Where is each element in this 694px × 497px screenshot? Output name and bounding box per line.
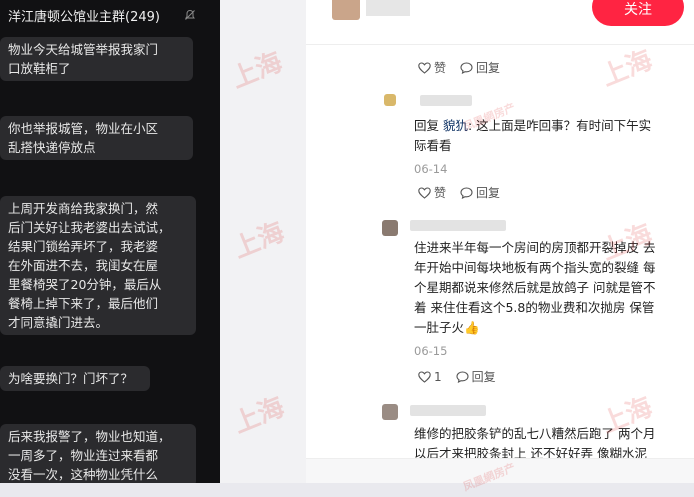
comment-actions: 1 回复 (418, 368, 510, 385)
author-name-blurred (366, 0, 410, 16)
message-line: 上周开发商给我家换门，然 (8, 201, 159, 216)
message-line: 在外面进不去，我闺女在屋 (8, 258, 159, 273)
chat-message: 物业今天给城管举报我家门 口放鞋柜了 (0, 37, 193, 81)
comment-line: 个星期都说来修然后就是放鸽子 问就是管不 (414, 280, 656, 295)
message-line: 一周多了，物业连过来看都 (8, 448, 159, 463)
commenter-avatar[interactable] (382, 220, 398, 236)
group-chat-panel: 洋江唐顿公馆业主群(249) 物业今天给城管举报我家门 口放鞋柜了 你也举报城管… (0, 0, 220, 483)
message-line: 为啥要换门？门坏了？ (8, 371, 134, 386)
comment-line: 着 来住住看这个5.8的物业费和次抛房 保管 (414, 300, 655, 315)
divider (306, 44, 694, 45)
message-line: 你也举报城管，物业在小区 (8, 121, 159, 136)
comment-text: 住进来半年每一个房间的房顶都开裂掉皮 去 年开始中间每块地板有两个指头宽的裂缝 … (414, 238, 690, 338)
comment-date: 06-15 (414, 344, 448, 358)
reply-label: 回复 (476, 186, 501, 200)
comment-line: 住进来半年每一个房间的房顶都开裂掉皮 去 (414, 240, 656, 255)
reply-prefix: 回复 (414, 118, 443, 133)
reply-line: 回复 貌犰: 这上面是咋回事？有时间下午实 (414, 116, 686, 136)
message-line: 结果门锁给弄坏了，我老婆 (8, 239, 159, 254)
reply-label: 回复 (471, 370, 496, 384)
chat-bubble-icon (460, 186, 473, 199)
mute-bell-icon (185, 9, 195, 20)
reply-button[interactable]: 回复 (460, 59, 500, 76)
mention-link[interactable]: 貌犰 (443, 118, 468, 133)
message-line: 物业今天给城管举报我家门 (8, 42, 159, 57)
comment-actions: 赞 回复 (418, 184, 514, 201)
like-count: 1 (434, 369, 442, 384)
comment-line: 维修的把胶条铲的乱七八糟然后跑了 两个月 (414, 426, 656, 441)
like-label: 赞 (434, 186, 447, 200)
follow-button[interactable]: 关注 (592, 0, 684, 26)
comment-line: 年开始中间每块地板有两个指头宽的裂缝 每 (414, 260, 656, 275)
chat-message: 你也举报城管，物业在小区 乱搭快递停放点 (0, 116, 193, 160)
reply-text-segment: : 这上面是咋回事？有时间下午实 (468, 118, 652, 133)
comment-input-bar[interactable] (306, 458, 694, 483)
chat-message: 上周开发商给我家换门，然 后门关好让我老婆出去试试， 结果门锁给弄坏了，我老婆 … (0, 196, 196, 335)
reply-label: 回复 (476, 61, 501, 75)
commenter-name-blurred (420, 95, 472, 106)
heart-icon (418, 186, 431, 199)
reply-button[interactable]: 回复 (456, 368, 496, 385)
chat-bubble-icon (460, 61, 473, 74)
comment-actions: 赞 回复 (418, 59, 514, 76)
message-line: 里餐椅哭了20分钟，最后从 (8, 277, 162, 292)
commenter-avatar[interactable] (382, 404, 398, 420)
like-button[interactable]: 赞 (418, 184, 446, 201)
chat-message: 为啥要换门？门坏了？ (0, 366, 150, 391)
message-line: 后门关好让我老婆出去试试， (8, 220, 171, 235)
commenter-name-blurred (410, 405, 486, 416)
message-line: 口放鞋柜了 (8, 61, 71, 76)
reply-text: 回复 貌犰: 这上面是咋回事？有时间下午实 际看看 (414, 116, 686, 156)
commenter-avatar[interactable] (384, 94, 396, 106)
like-label: 赞 (434, 61, 447, 75)
commenter-name-blurred (410, 220, 506, 231)
message-line: 没看一次，这种物业凭什么 (8, 467, 159, 482)
comment-date: 06-14 (414, 162, 448, 176)
like-button[interactable]: 赞 (418, 59, 446, 76)
chat-bubble-icon (456, 370, 469, 383)
heart-icon (418, 370, 431, 383)
chat-title: 洋江唐顿公馆业主群(249) (8, 10, 160, 25)
comment-line: 一肚子火👍 (414, 320, 480, 335)
reply-line: 际看看 (414, 138, 452, 153)
heart-icon (418, 61, 431, 74)
message-line: 才同意撬门进去。 (8, 315, 109, 330)
chat-message: 后来我报警了，物业也知道， 一周多了，物业连过来看都 没看一次，这种物业凭什么 (0, 424, 196, 483)
comments-panel: 关注 赞 回复 回复 貌犰: 这上面是咋回事？有时间下午实 际看看 06-14 … (306, 0, 694, 483)
message-line: 乱搭快递停放点 (8, 140, 96, 155)
message-line: 餐椅上掉下来了，最后他们 (8, 296, 159, 311)
message-line: 后来我报警了，物业也知道， (8, 429, 171, 444)
like-button[interactable]: 1 (418, 370, 442, 384)
author-avatar[interactable] (332, 0, 360, 20)
panel-gap (220, 0, 306, 483)
reply-button[interactable]: 回复 (460, 184, 500, 201)
